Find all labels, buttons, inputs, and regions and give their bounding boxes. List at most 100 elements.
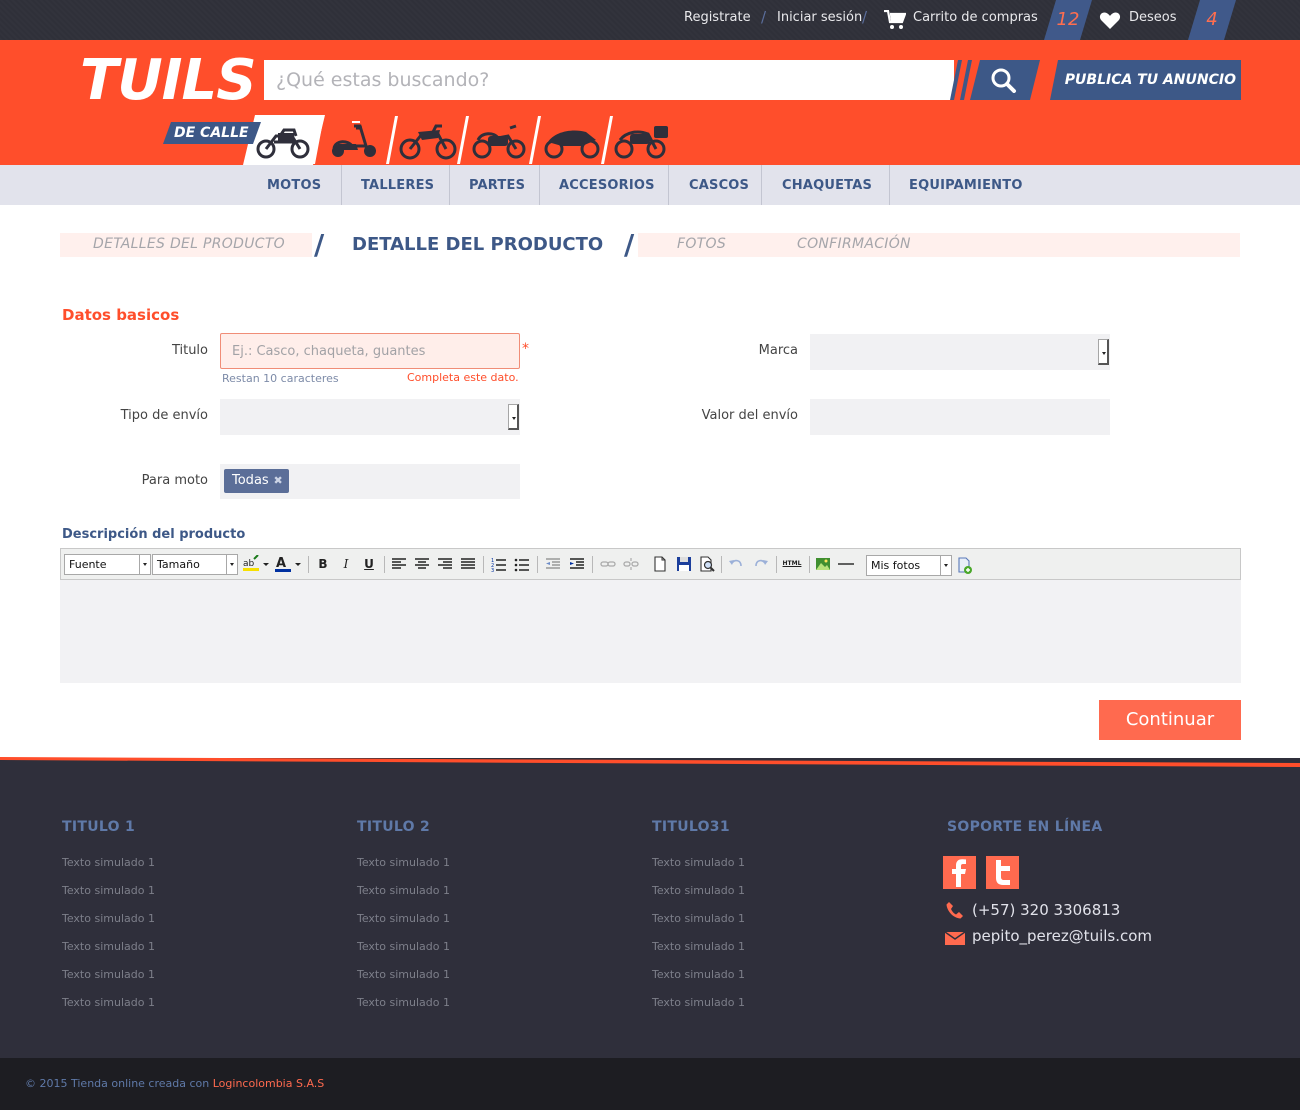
chevron-down-icon — [1098, 339, 1109, 365]
sport-bike-icon[interactable] — [542, 118, 604, 160]
footer-link[interactable]: Texto simulado 1 — [62, 968, 155, 981]
align-justify-icon[interactable] — [459, 555, 477, 573]
footer-link[interactable]: Texto simulado 1 — [357, 940, 450, 953]
cruiser-icon[interactable] — [470, 118, 532, 160]
align-center-icon[interactable] — [413, 555, 431, 573]
step-product-details[interactable]: DETALLES DEL PRODUCTO — [93, 236, 285, 252]
touring-bike-icon[interactable] — [612, 118, 674, 160]
footer-link[interactable]: Texto simulado 1 — [652, 996, 745, 1009]
size-select[interactable]: Tamaño — [152, 554, 238, 575]
footer-link[interactable]: Texto simulado 1 — [62, 940, 155, 953]
search-input[interactable] — [264, 60, 954, 100]
bold-button[interactable]: B — [314, 555, 332, 573]
marca-select[interactable] — [810, 334, 1110, 370]
footer-edge — [0, 757, 1300, 771]
logo[interactable]: TUILS — [80, 48, 257, 113]
undo-icon[interactable] — [727, 555, 745, 573]
align-left-icon[interactable] — [390, 555, 408, 573]
support-title: SOPORTE EN LÍNEA — [947, 819, 1103, 835]
indent-icon[interactable] — [568, 555, 586, 573]
horizontal-rule-icon[interactable] — [837, 555, 855, 573]
nav-item-motos[interactable]: MOTOS — [267, 165, 321, 205]
new-document-icon[interactable] — [651, 555, 669, 573]
save-icon[interactable] — [675, 555, 693, 573]
titulo-input[interactable] — [220, 333, 520, 369]
description-editor[interactable] — [60, 580, 1241, 683]
toolbar-separator — [483, 556, 484, 573]
chevron-down-icon — [508, 404, 519, 430]
footer-link[interactable]: Texto simulado 1 — [652, 912, 745, 925]
facebook-button[interactable] — [943, 856, 976, 889]
nav-item-accesorios[interactable]: ACCESORIOS — [559, 165, 655, 205]
footer-link[interactable]: Texto simulado 1 — [357, 884, 450, 897]
wishlist-count-badge[interactable]: 4 — [1188, 0, 1236, 40]
continue-button[interactable]: Continuar — [1099, 700, 1241, 740]
underline-button[interactable]: U — [360, 555, 378, 573]
footer-link[interactable]: Texto simulado 1 — [357, 912, 450, 925]
footer-link[interactable]: Texto simulado 1 — [652, 856, 745, 869]
publish-ad-button[interactable]: PUBLICA TU ANUNCIO — [1050, 60, 1241, 100]
highlight-color-icon[interactable]: ab — [242, 555, 270, 573]
text-color-icon[interactable]: A — [274, 555, 302, 573]
outdent-icon[interactable] — [544, 555, 562, 573]
facebook-icon — [952, 859, 966, 887]
footer-link[interactable]: Texto simulado 1 — [652, 884, 745, 897]
link-icon[interactable] — [599, 555, 617, 573]
heart-icon[interactable] — [1099, 11, 1121, 30]
font-select[interactable]: Fuente — [64, 554, 151, 575]
step-confirmation[interactable]: CONFIRMACIÓN — [797, 236, 911, 252]
valor-envio-input[interactable] — [810, 399, 1110, 435]
wishlist-link[interactable]: Deseos — [1129, 10, 1177, 25]
bullet-list-icon[interactable] — [513, 555, 531, 573]
footer-link[interactable]: Texto simulado 1 — [652, 940, 745, 953]
preview-icon[interactable] — [698, 555, 716, 573]
italic-button[interactable]: I — [337, 555, 355, 573]
scooter-icon[interactable] — [326, 118, 388, 160]
footer-link[interactable]: Texto simulado 1 — [357, 968, 450, 981]
footer-link[interactable]: Texto simulado 1 — [62, 856, 155, 869]
separator: / — [761, 8, 767, 26]
twitter-button[interactable] — [986, 856, 1019, 889]
tipo-envio-select[interactable] — [220, 399, 520, 435]
nav-item-equipamiento[interactable]: EQUIPAMIENTO — [909, 165, 1023, 205]
redo-icon[interactable] — [752, 555, 770, 573]
footer-link[interactable]: Texto simulado 1 — [357, 856, 450, 869]
footer-link[interactable]: Texto simulado 1 — [62, 996, 155, 1009]
para-moto-tag-input[interactable]: Todas ✖ — [220, 464, 520, 499]
cart-link[interactable]: Carrito de compras — [913, 10, 1038, 25]
support-email[interactable]: pepito_perez@tuils.com — [972, 927, 1152, 945]
street-motorcycle-icon[interactable] — [254, 118, 316, 160]
align-right-icon[interactable] — [436, 555, 454, 573]
ordered-list-icon[interactable]: 123 — [490, 555, 508, 573]
nav-item-cascos[interactable]: CASCOS — [689, 165, 749, 205]
cart-count-badge[interactable]: 12 — [1044, 0, 1092, 40]
footer-link[interactable]: Texto simulado 1 — [62, 884, 155, 897]
required-mark: * — [522, 341, 529, 357]
company-link[interactable]: Logincolombia S.A.S — [213, 1077, 325, 1090]
top-bar: Registrate / Iniciar sesión / Carrito de… — [0, 0, 1300, 40]
footer-link[interactable]: Texto simulado 1 — [357, 996, 450, 1009]
register-link[interactable]: Registrate — [684, 10, 751, 25]
html-source-button[interactable]: HTML — [780, 555, 804, 573]
footer-link[interactable]: Texto simulado 1 — [62, 912, 155, 925]
step-product-detail-active[interactable]: DETALLE DEL PRODUCTO — [352, 234, 603, 255]
insert-file-icon[interactable] — [956, 557, 974, 575]
support-phone[interactable]: (+57) 320 3306813 — [972, 901, 1120, 919]
nav-item-chaquetas[interactable]: CHAQUETAS — [782, 165, 872, 205]
section-title-basic-data: Datos basicos — [62, 306, 180, 324]
nav-item-partes[interactable]: PARTES — [469, 165, 525, 205]
step-photos[interactable]: FOTOS — [677, 236, 726, 252]
tipo-envio-label: Tipo de envío — [120, 408, 208, 423]
insert-image-icon[interactable] — [814, 555, 832, 573]
footer-link[interactable]: Texto simulado 1 — [652, 968, 745, 981]
dirt-bike-icon[interactable] — [398, 118, 460, 160]
photos-select[interactable]: Mis fotos — [866, 555, 952, 576]
search-button[interactable] — [970, 60, 1040, 100]
main-nav: MOTOS TALLERES PARTES ACCESORIOS CASCOS … — [0, 165, 1300, 205]
cart-icon[interactable] — [884, 10, 906, 30]
nav-item-talleres[interactable]: TALLERES — [361, 165, 434, 205]
unlink-icon[interactable] — [622, 555, 640, 573]
footer-column-title: TITULO 1 — [62, 819, 136, 835]
login-link[interactable]: Iniciar sesión — [777, 10, 862, 25]
close-icon[interactable]: ✖ — [273, 469, 282, 493]
